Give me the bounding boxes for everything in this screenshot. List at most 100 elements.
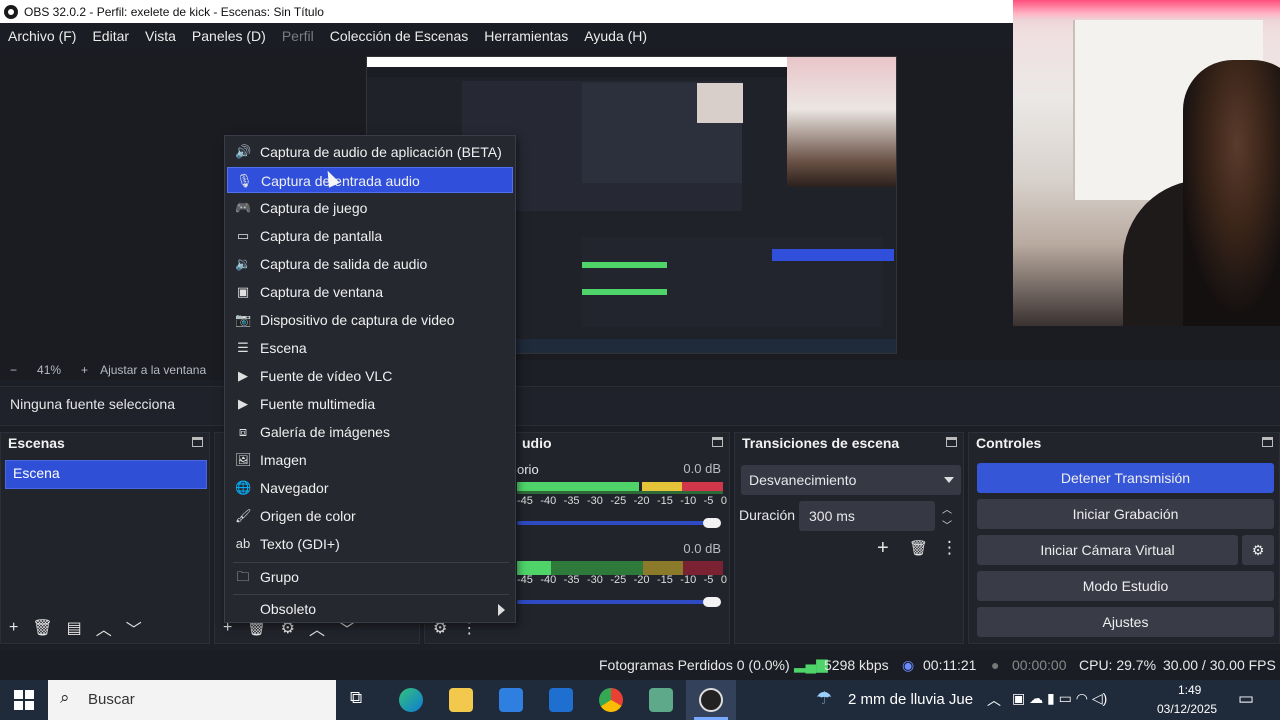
- volume-knob-1[interactable]: [703, 518, 721, 528]
- zoom-in-button[interactable]: +: [81, 363, 88, 377]
- audio-meter-2: [517, 561, 723, 575]
- menu-item-obsolete[interactable]: Obsoleto: [227, 596, 513, 622]
- filter-icon[interactable]: ▤: [67, 618, 82, 638]
- add-transition-icon[interactable]: +: [877, 537, 889, 560]
- menu-herramientas[interactable]: Herramientas: [476, 28, 576, 44]
- menu-editar[interactable]: Editar: [84, 28, 137, 44]
- clock-date[interactable]: 03/12/2025: [1157, 702, 1217, 716]
- duration-label: Duración: [739, 507, 796, 523]
- gear-icon: ⚙: [1251, 542, 1265, 558]
- chevron-up-icon[interactable]: ︿: [987, 690, 1001, 710]
- menu-item-scene[interactable]: ☰ Escena: [227, 335, 513, 361]
- list-icon: ☰: [237, 340, 249, 355]
- weather-text[interactable]: 2 mm de lluvia Jue: [848, 691, 973, 708]
- chrome-icon[interactable]: [599, 688, 623, 712]
- edge-icon[interactable]: [399, 688, 423, 712]
- menu-item-video-capture-device[interactable]: 📷 Dispositivo de captura de video: [227, 307, 513, 333]
- menu-separator: [233, 594, 509, 595]
- taskbar-search[interactable]: ⌕ Buscar: [48, 680, 336, 720]
- duration-field[interactable]: 300 ms: [799, 501, 935, 531]
- menu-item-vlc-video-source[interactable]: ▶ Fuente de vídeo VLC: [227, 363, 513, 389]
- move-up-icon[interactable]: ︿: [96, 616, 112, 640]
- start-recording-button[interactable]: Iniciar Grabación: [977, 499, 1274, 529]
- menu-item-display-capture[interactable]: ▭ Captura de pantalla: [227, 223, 513, 249]
- brush-icon: 🖌: [235, 508, 252, 523]
- windows-start-icon[interactable]: [14, 690, 34, 710]
- stop-stream-button[interactable]: Detener Transmisión: [977, 463, 1274, 493]
- volume-knob-2[interactable]: [703, 597, 721, 607]
- menu-item-media-source[interactable]: ▶ Fuente multimedia: [227, 391, 513, 417]
- menu-ayuda[interactable]: Ayuda (H): [576, 28, 655, 44]
- scenes-title: Escenas: [8, 435, 65, 451]
- weather-icon[interactable]: ☂: [816, 688, 832, 709]
- controls-dock: Controles Detener Transmisión Iniciar Gr…: [968, 432, 1280, 644]
- volume-slider-1[interactable]: [517, 521, 717, 525]
- audio-channel-name: orio: [517, 462, 539, 477]
- obs-taskbar-button[interactable]: [686, 680, 736, 720]
- volume-slider-2[interactable]: [517, 600, 717, 604]
- add-icon[interactable]: +: [9, 619, 18, 637]
- fps: 30.00 / 30.00 FPS: [1163, 657, 1276, 673]
- menu-separator: [233, 562, 509, 563]
- spin-down-icon[interactable]: ﹀: [940, 517, 954, 532]
- move-down-icon[interactable]: ﹀: [126, 616, 142, 640]
- zoom-value: 41%: [37, 363, 62, 377]
- float-icon[interactable]: [946, 437, 957, 447]
- webcam-feed: [1013, 0, 1280, 326]
- studio-mode-button[interactable]: Modo Estudio: [977, 571, 1274, 601]
- menu-item-app-audio-capture[interactable]: 🔊 Captura de audio de aplicación (BETA): [227, 139, 513, 165]
- menu-item-color-source[interactable]: 🖌 Origen de color: [227, 503, 513, 529]
- menu-paneles[interactable]: Paneles (D): [184, 28, 274, 44]
- task-view-icon[interactable]: ⧉: [350, 688, 374, 712]
- float-icon[interactable]: [1262, 437, 1273, 447]
- audio-db-1: 0.0 dB: [683, 461, 721, 476]
- float-icon[interactable]: [192, 437, 203, 447]
- fit-window-label[interactable]: Ajustar a la ventana: [100, 363, 206, 377]
- mail-icon[interactable]: [549, 688, 573, 712]
- file-explorer-icon[interactable]: [449, 688, 473, 712]
- trash-icon[interactable]: 🗑: [32, 618, 52, 638]
- stream-status-icon: ◉: [902, 657, 915, 673]
- transition-select[interactable]: Desvanecimiento: [741, 465, 961, 495]
- transitions-dock: Transiciones de escena Desvanecimiento D…: [734, 432, 964, 644]
- menu-item-audio-input-capture[interactable]: 🎙 Captura de entrada audio: [227, 167, 513, 193]
- menu-item-group[interactable]: 🗀 Grupo: [227, 564, 513, 590]
- tray-icons[interactable]: ▣ ☁ ▮ ▭ ◠ ◁): [1012, 690, 1107, 707]
- signal-icon: ▂▄▆: [794, 656, 828, 673]
- status-bar: Fotogramas Perdidos 0 (0.0%) ▂▄▆ 5298 kb…: [0, 650, 1280, 680]
- meter-ticks-1: -45 -40 -35 -30 -25 -20 -15 -10 -5 0: [517, 495, 727, 507]
- menu-perfil[interactable]: Perfil: [274, 28, 322, 44]
- clock-time[interactable]: 1:49: [1178, 683, 1201, 697]
- zoom-controls: − 41% + Ajustar a la ventana: [0, 360, 230, 380]
- menu-item-game-capture[interactable]: 🎮 Captura de juego: [227, 195, 513, 221]
- search-icon: ⌕: [60, 688, 70, 707]
- transitions-title: Transiciones de escena: [742, 435, 900, 451]
- menu-item-image[interactable]: 🖼 Imagen: [227, 447, 513, 473]
- play-icon: ▶: [238, 368, 248, 383]
- virtual-camera-settings-button[interactable]: ⚙: [1242, 535, 1274, 565]
- menu-item-browser[interactable]: 🌐 Navegador: [227, 475, 513, 501]
- trash-icon[interactable]: 🗑: [909, 539, 928, 557]
- menu-item-image-slideshow[interactable]: ⧈ Galería de imágenes: [227, 419, 513, 445]
- notification-icon[interactable]: ▭: [1238, 689, 1254, 709]
- audio-title: udio: [522, 435, 552, 451]
- more-icon[interactable]: ⋮: [941, 538, 958, 558]
- audio-db-2: 0.0 dB: [683, 541, 721, 556]
- float-icon[interactable]: [712, 437, 723, 447]
- monitor-icon: ▭: [236, 228, 250, 243]
- menu-vista[interactable]: Vista: [137, 28, 184, 44]
- spin-up-icon[interactable]: ︿: [940, 501, 954, 516]
- menu-item-text-gdi[interactable]: ab Texto (GDI+): [227, 531, 513, 557]
- menu-coleccion-escenas[interactable]: Colección de Escenas: [322, 28, 477, 44]
- store-icon[interactable]: [499, 688, 523, 712]
- source-toolbar: [0, 386, 1280, 426]
- scene-item[interactable]: Escena: [5, 460, 207, 489]
- settings-button[interactable]: Ajustes: [977, 607, 1274, 637]
- start-virtual-camera-button[interactable]: Iniciar Cámara Virtual: [977, 535, 1238, 565]
- menu-archivo[interactable]: Archivo (F): [0, 28, 84, 44]
- app-icon[interactable]: [649, 688, 673, 712]
- zoom-out-button[interactable]: −: [10, 363, 17, 377]
- menu-item-audio-output-capture[interactable]: 🔉 Captura de salida de audio: [227, 251, 513, 277]
- folder-icon: 🗀: [236, 569, 250, 584]
- menu-item-window-capture[interactable]: ▣ Captura de ventana: [227, 279, 513, 305]
